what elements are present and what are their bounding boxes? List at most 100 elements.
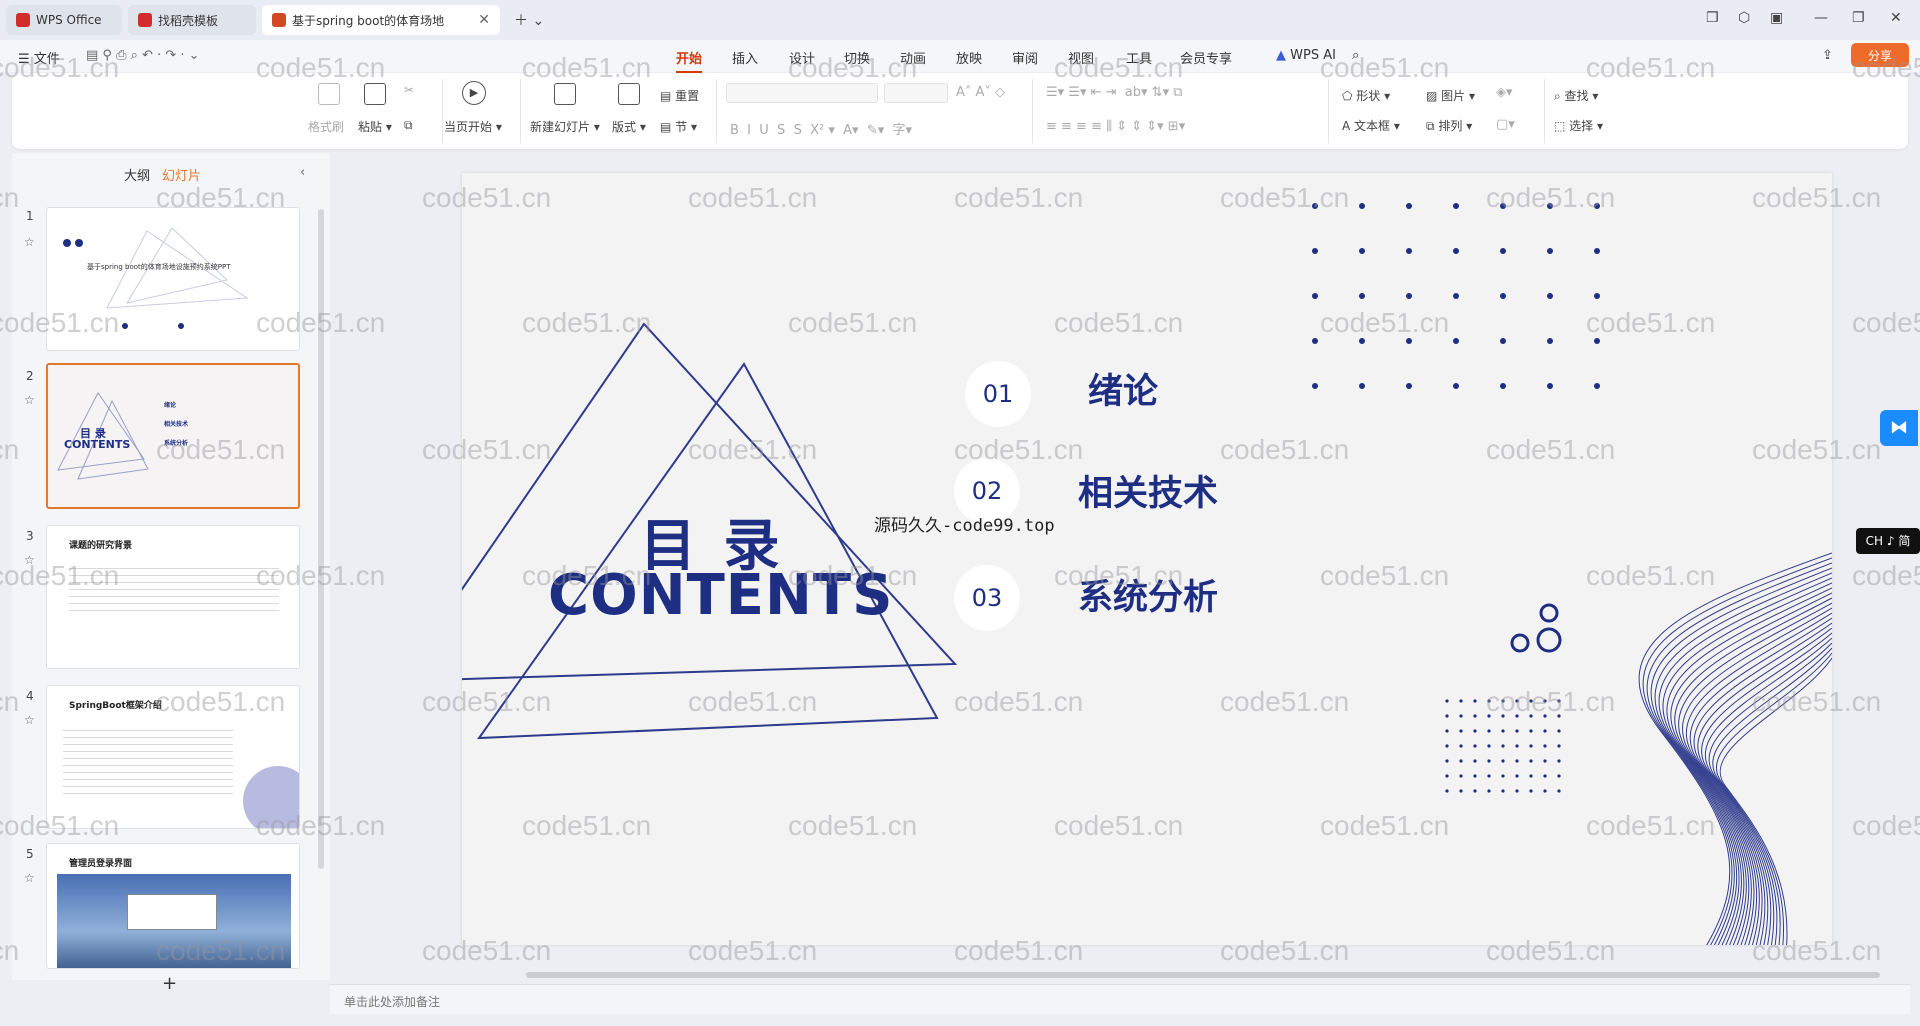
- paste-button[interactable]: 粘贴 ▾: [358, 118, 392, 135]
- slide-thumbnail-1[interactable]: 基于spring boot的体育场地设施预约系统PPT: [46, 207, 300, 351]
- tab-wps-office[interactable]: WPS Office: [6, 5, 122, 35]
- restore-icon[interactable]: ❐: [1852, 10, 1865, 26]
- notes-pane[interactable]: 单击此处添加备注: [330, 984, 1910, 1014]
- select-button[interactable]: ⬚ 选择 ▾: [1554, 117, 1603, 134]
- wave-line: [1705, 637, 1832, 945]
- from-current-button[interactable]: 当页开始 ▾: [444, 118, 502, 135]
- text-format-icons[interactable]: B I U S S X² ▾ A▾ ✎▾ 字▾: [730, 119, 912, 138]
- dot: [1529, 759, 1533, 763]
- font-size-input[interactable]: [884, 83, 948, 103]
- font-size-adjust-icons[interactable]: A˄ A˅ ◇: [956, 85, 1005, 100]
- horizontal-scrollbar[interactable]: [526, 972, 1880, 978]
- dot: [1459, 729, 1463, 733]
- format-painter-icon[interactable]: [318, 83, 340, 105]
- font-family-input[interactable]: [726, 83, 878, 103]
- ribbon-separator: [1328, 79, 1329, 143]
- copy-icon[interactable]: ⧉: [404, 118, 413, 133]
- minimize-icon[interactable]: —: [1814, 10, 1828, 26]
- close-window-icon[interactable]: ✕: [1890, 10, 1902, 26]
- dot: [1473, 789, 1477, 793]
- slide-thumbnail-2[interactable]: 目 录 CONTENTS 绪论 相关技术 系统分析: [46, 363, 300, 509]
- layout-icon[interactable]: [618, 83, 640, 105]
- wave-line: [1638, 552, 1832, 945]
- align-icons[interactable]: ≡ ≡ ≡ ≡ ⫼ ⇕ ⇕ ⇕▾ ⊞▾: [1046, 119, 1185, 134]
- menu-3[interactable]: 设计: [789, 48, 815, 67]
- panel-scrollbar[interactable]: [318, 209, 324, 869]
- play-icon[interactable]: ▶: [462, 81, 486, 105]
- ime-indicator[interactable]: CH ♪ 简: [1856, 528, 1920, 554]
- dot: [1406, 338, 1412, 344]
- item-label: 系统分析: [1078, 578, 1219, 618]
- section-button[interactable]: ▤ 节 ▾: [660, 118, 697, 135]
- notes-placeholder: 单击此处添加备注: [344, 995, 441, 1009]
- star-icon[interactable]: ☆: [24, 553, 35, 567]
- layout-button[interactable]: 版式 ▾: [612, 118, 646, 135]
- thumb-title: 管理员登录界面: [69, 859, 133, 869]
- star-icon[interactable]: ☆: [24, 393, 35, 407]
- add-slide-button[interactable]: +: [162, 973, 177, 994]
- dot: [1547, 293, 1553, 299]
- cut-icon[interactable]: ✂: [404, 83, 414, 97]
- dot: [1453, 383, 1459, 389]
- star-icon[interactable]: ☆: [24, 713, 35, 727]
- ribbon-separator: [442, 79, 443, 143]
- menu-1[interactable]: 开始: [676, 48, 703, 73]
- find-button[interactable]: ⌕ 查找 ▾: [1554, 87, 1598, 104]
- collapse-panel-icon[interactable]: ‹: [300, 165, 305, 180]
- menu-5[interactable]: 动画: [900, 48, 926, 67]
- list-icons[interactable]: ☰▾ ☰▾ ⇤ ⇥ ab▾ ⇅▾ ⧉: [1046, 85, 1183, 100]
- menu-6[interactable]: 放映: [956, 48, 982, 67]
- slides-tab[interactable]: 幻灯片: [162, 165, 201, 184]
- slide-canvas[interactable]: 目 录 CONTENTS 01 绪论 02 相关技术 03 系统分析 源码久久-…: [462, 173, 1832, 945]
- box-icon[interactable]: ⬡: [1738, 10, 1750, 26]
- textbox-button[interactable]: A 文本框 ▾: [1342, 117, 1400, 134]
- fill-icon[interactable]: ◈▾: [1496, 85, 1513, 100]
- tab-document[interactable]: 基于spring boot的体育场地 ✕: [262, 5, 500, 35]
- new-tab-icon[interactable]: ＋ ⌄: [514, 10, 544, 30]
- arrange-button[interactable]: ⧉ 排列 ▾: [1426, 117, 1472, 134]
- slide-thumbnail-3[interactable]: 课题的研究背景: [46, 525, 300, 669]
- quick-access-icons[interactable]: ▤ ⚲ ⎙ ⌕ ↶ · ↷ · ⌄: [86, 48, 200, 63]
- star-icon[interactable]: ☆: [24, 871, 35, 885]
- close-tab-icon[interactable]: ✕: [478, 12, 490, 28]
- slide-thumbnail-5[interactable]: 管理员登录界面: [46, 843, 300, 969]
- new-slide-button[interactable]: 新建幻灯片 ▾: [530, 118, 600, 135]
- floating-assistant-icon[interactable]: ⧓: [1880, 410, 1918, 446]
- star-icon[interactable]: ☆: [24, 235, 35, 249]
- ribbon-separator: [1032, 79, 1033, 143]
- thumb-title: SpringBoot框架介绍: [69, 701, 162, 711]
- menu-7[interactable]: 审阅: [1012, 48, 1038, 67]
- menu-8[interactable]: 视图: [1068, 48, 1094, 67]
- file-menu[interactable]: ☰ 文件: [18, 48, 60, 67]
- outline-icon[interactable]: ▢▾: [1496, 117, 1515, 132]
- new-slide-icon[interactable]: [554, 83, 576, 105]
- dot: [1557, 729, 1561, 733]
- ribbon-separator: [716, 79, 717, 143]
- wps-logo-icon: [16, 13, 30, 27]
- avatar-icon[interactable]: ▣: [1770, 10, 1783, 26]
- menu-2[interactable]: 插入: [732, 48, 758, 67]
- dot: [1543, 774, 1547, 778]
- menu-4[interactable]: 切换: [844, 48, 870, 67]
- dot: [1406, 248, 1412, 254]
- cloud-icon[interactable]: ⇪: [1822, 48, 1833, 63]
- reset-button[interactable]: ▤ 重置: [660, 87, 699, 104]
- dot: [1445, 744, 1449, 748]
- thumb-body-text: [63, 724, 233, 796]
- window-layout-icon[interactable]: ❐: [1706, 10, 1719, 26]
- thumb-item: 相关技术: [164, 421, 189, 428]
- picture-button[interactable]: ▨ 图片 ▾: [1426, 87, 1475, 104]
- dot: [1543, 744, 1547, 748]
- tab-template[interactable]: 找稻壳模板: [128, 5, 256, 35]
- wps-ai-button[interactable]: ▲ WPS AI: [1276, 48, 1336, 63]
- canvas-scrollbar[interactable]: [1904, 152, 1914, 972]
- search-icon[interactable]: ⌕: [1352, 48, 1359, 63]
- outline-tab[interactable]: 大纲: [124, 165, 150, 184]
- share-button[interactable]: 分享: [1851, 43, 1909, 67]
- shape-button[interactable]: ⬠ 形状 ▾: [1342, 87, 1390, 104]
- menu-10[interactable]: 会员专享: [1180, 48, 1232, 67]
- dot: [1500, 203, 1506, 209]
- paste-icon[interactable]: [364, 83, 386, 105]
- slide-thumbnail-4[interactable]: SpringBoot框架介绍: [46, 685, 300, 829]
- menu-9[interactable]: 工具: [1126, 48, 1152, 67]
